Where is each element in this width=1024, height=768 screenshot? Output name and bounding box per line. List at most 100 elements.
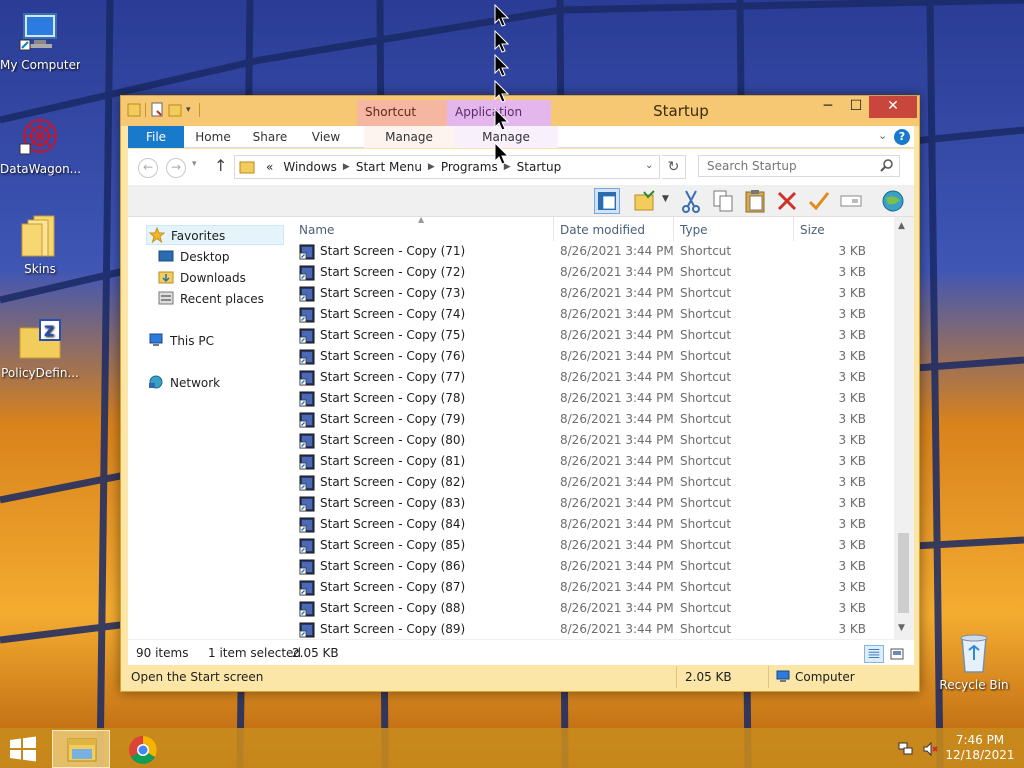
- table-row[interactable]: Start Screen - Copy (85) 8/26/2021 3:44 P…: [288, 535, 894, 556]
- chevron-right-icon[interactable]: ▶: [342, 162, 351, 172]
- breadcrumb-start-menu[interactable]: Start Menu: [351, 160, 427, 174]
- desktop-icon-datawagon[interactable]: DataWagon...: [0, 114, 80, 176]
- nav-item-this-pc[interactable]: This PC: [148, 331, 214, 351]
- title-bar[interactable]: ▾ Shortcut Tools Application Tools Start…: [121, 96, 919, 143]
- column-header-size[interactable]: Size: [800, 223, 825, 237]
- vertical-scrollbar[interactable]: ▲ ▼: [894, 217, 914, 639]
- large-icons-view-icon[interactable]: [888, 645, 906, 663]
- copy-icon[interactable]: [710, 188, 736, 214]
- desktop-icon-recycle-bin[interactable]: Recycle Bin: [934, 630, 1014, 692]
- table-row[interactable]: Start Screen - Copy (88) 8/26/2021 3:44 P…: [288, 598, 894, 619]
- file-name: Start Screen - Copy (88): [320, 601, 466, 615]
- folder-icon: [18, 214, 62, 258]
- table-row[interactable]: Start Screen - Copy (76) 8/26/2021 3:44 P…: [288, 346, 894, 367]
- desktop-icon-my-computer[interactable]: My Computer: [0, 10, 80, 72]
- maximize-button[interactable]: ☐: [841, 96, 871, 118]
- minimize-button[interactable]: ─: [813, 96, 843, 118]
- cut-icon[interactable]: [678, 188, 704, 214]
- file-size: 3 KB: [838, 622, 866, 636]
- back-button[interactable]: ←: [138, 158, 158, 178]
- table-row[interactable]: Start Screen - Copy (75) 8/26/2021 3:44 P…: [288, 325, 894, 346]
- table-row[interactable]: Start Screen - Copy (89) 8/26/2021 3:44 P…: [288, 619, 894, 640]
- refresh-button[interactable]: ↻: [662, 155, 686, 179]
- breadcrumb-startup[interactable]: Startup: [512, 160, 567, 174]
- table-row[interactable]: Start Screen - Copy (73) 8/26/2021 3:44 P…: [288, 283, 894, 304]
- breadcrumb-overflow[interactable]: «: [261, 160, 278, 174]
- search-input[interactable]: [698, 155, 900, 177]
- help-icon[interactable]: ?: [894, 129, 910, 145]
- desktop-icon-skins[interactable]: Skins: [0, 214, 80, 276]
- breadcrumb-windows[interactable]: Windows: [278, 160, 342, 174]
- column-header-name[interactable]: Name: [299, 223, 334, 237]
- nav-item-desktop[interactable]: Desktop: [158, 247, 230, 267]
- nav-item-label: Network: [170, 376, 221, 390]
- scroll-down-icon[interactable]: ▼: [898, 623, 905, 633]
- address-dropdown-icon[interactable]: ⌄: [645, 160, 653, 171]
- table-row[interactable]: Start Screen - Copy (72) 8/26/2021 3:44 P…: [288, 262, 894, 283]
- globe-icon[interactable]: [880, 188, 906, 214]
- selection-size: 2.05 KB: [292, 646, 339, 660]
- chrome-icon[interactable]: [128, 735, 158, 765]
- forward-button[interactable]: →: [166, 158, 186, 178]
- file-type: Shortcut: [680, 244, 732, 258]
- table-row[interactable]: Start Screen - Copy (81) 8/26/2021 3:44 P…: [288, 451, 894, 472]
- table-row[interactable]: Start Screen - Copy (80) 8/26/2021 3:44 P…: [288, 430, 894, 451]
- windows-start-icon[interactable]: [8, 736, 38, 762]
- chevron-down-icon[interactable]: ▾: [186, 105, 191, 115]
- volume-muted-icon[interactable]: [922, 741, 938, 757]
- tab-file[interactable]: File: [128, 126, 184, 148]
- file-date-modified: 8/26/2021 3:44 PM: [560, 496, 674, 510]
- close-button[interactable]: ✕: [869, 96, 917, 118]
- network-tray-icon[interactable]: [898, 742, 914, 756]
- tab-manage-shortcut[interactable]: Manage: [364, 126, 454, 148]
- scrollbar-thumb[interactable]: [898, 533, 909, 613]
- table-row[interactable]: Start Screen - Copy (77) 8/26/2021 3:44 P…: [288, 367, 894, 388]
- tab-view[interactable]: View: [304, 126, 348, 148]
- delete-icon[interactable]: [774, 188, 800, 214]
- table-row[interactable]: Start Screen - Copy (86) 8/26/2021 3:44 P…: [288, 556, 894, 577]
- checkmark-icon[interactable]: [806, 188, 832, 214]
- table-row[interactable]: Start Screen - Copy (71) 8/26/2021 3:44 P…: [288, 241, 894, 262]
- tab-share[interactable]: Share: [248, 126, 292, 148]
- paste-icon[interactable]: [742, 188, 768, 214]
- nav-item-network[interactable]: Network: [148, 373, 220, 393]
- folder-icon[interactable]: [127, 102, 141, 118]
- file-date-modified: 8/26/2021 3:44 PM: [560, 265, 674, 279]
- up-button[interactable]: ↑: [214, 156, 227, 175]
- table-row[interactable]: Start Screen - Copy (79) 8/26/2021 3:44 P…: [288, 409, 894, 430]
- rename-icon[interactable]: [838, 188, 864, 214]
- search-icon[interactable]: [880, 158, 894, 172]
- properties-icon[interactable]: [150, 102, 164, 118]
- recent-locations-dropdown[interactable]: ▾: [192, 159, 197, 169]
- tab-home[interactable]: Home: [190, 126, 236, 148]
- breadcrumb-programs[interactable]: Programs: [436, 160, 503, 174]
- nav-item-recent-places[interactable]: Recent places: [158, 289, 264, 309]
- taskbar-file-explorer[interactable]: [52, 730, 110, 768]
- table-row[interactable]: Start Screen - Copy (83) 8/26/2021 3:44 P…: [288, 493, 894, 514]
- file-date-modified: 8/26/2021 3:44 PM: [560, 454, 674, 468]
- details-view-icon[interactable]: [864, 645, 884, 663]
- scroll-up-icon[interactable]: ▲: [898, 221, 905, 231]
- expand-ribbon-icon[interactable]: ⌄: [878, 129, 892, 142]
- table-row[interactable]: Start Screen - Copy (82) 8/26/2021 3:44 P…: [288, 472, 894, 493]
- system-clock[interactable]: 7:46 PM 12/18/2021: [944, 733, 1016, 763]
- column-header-type[interactable]: Type: [680, 223, 708, 237]
- address-bar[interactable]: « Windows ▶ Start Menu ▶ Programs ▶ Star…: [234, 155, 660, 179]
- preview-pane-icon[interactable]: [594, 188, 620, 214]
- file-name: Start Screen - Copy (85): [320, 538, 466, 552]
- explorer-window[interactable]: ▾ Shortcut Tools Application Tools Start…: [120, 95, 920, 692]
- table-row[interactable]: Start Screen - Copy (87) 8/26/2021 3:44 P…: [288, 577, 894, 598]
- file-type: Shortcut: [680, 307, 732, 321]
- nav-item-favorites[interactable]: Favorites: [146, 225, 284, 245]
- column-header-date-modified[interactable]: Date modified: [560, 223, 645, 237]
- chevron-right-icon[interactable]: ▶: [427, 162, 436, 172]
- table-row[interactable]: Start Screen - Copy (84) 8/26/2021 3:44 P…: [288, 514, 894, 535]
- chevron-down-icon[interactable]: ▼: [662, 194, 669, 204]
- file-name: Start Screen - Copy (76): [320, 349, 466, 363]
- folder-options-icon[interactable]: [632, 188, 658, 214]
- nav-item-downloads[interactable]: Downloads: [158, 268, 246, 288]
- new-folder-icon[interactable]: [168, 102, 182, 118]
- table-row[interactable]: Start Screen - Copy (74) 8/26/2021 3:44 P…: [288, 304, 894, 325]
- table-row[interactable]: Start Screen - Copy (78) 8/26/2021 3:44 P…: [288, 388, 894, 409]
- desktop-icon-policydefinitions[interactable]: Z PolicyDefin...: [0, 318, 80, 380]
